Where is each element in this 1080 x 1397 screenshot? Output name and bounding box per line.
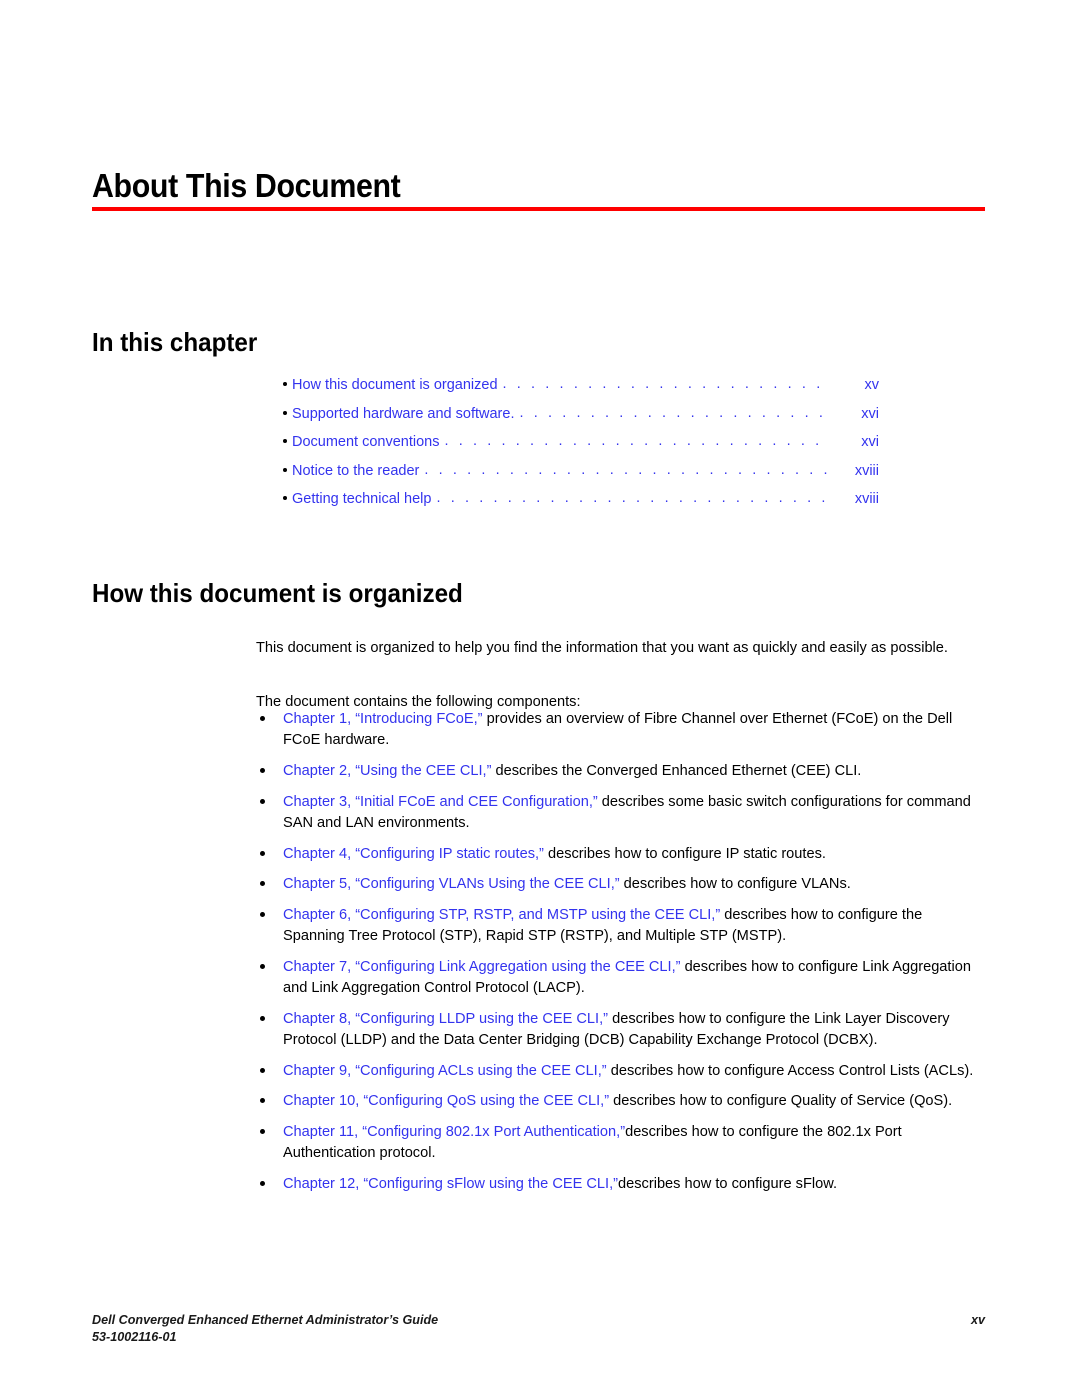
chapter-list-item: Chapter 2, “Using the CEE CLI,” describe…: [256, 761, 983, 782]
bullet-icon: [283, 496, 287, 501]
title-divider-rule: [92, 207, 985, 211]
chapter-link[interactable]: Chapter 8, “Configuring LLDP using the C…: [283, 1011, 608, 1027]
footer-guide-title: Dell Converged Enhanced Ethernet Adminis…: [92, 1313, 439, 1327]
toc-dot-leader: . . . . . . . . . . . . . . . . . . . . …: [424, 462, 828, 478]
chapter-link[interactable]: Chapter 12, “Configuring sFlow using the…: [283, 1176, 618, 1192]
chapter-link[interactable]: Chapter 4, “Configuring IP static routes…: [283, 846, 544, 862]
bullet-icon: [260, 1129, 265, 1135]
chapter-link[interactable]: Chapter 5, “Configuring VLANs Using the …: [283, 876, 620, 892]
bullet-icon: [260, 798, 265, 804]
page-footer: Dell Converged Enhanced Ethernet Adminis…: [92, 1312, 985, 1346]
table-of-contents: How this document is organized . . . . . …: [283, 377, 879, 520]
toc-entry[interactable]: Supported hardware and software. . . . . …: [283, 406, 879, 435]
toc-entry-label[interactable]: Document conventions: [292, 434, 440, 450]
chapter-link[interactable]: Chapter 3, “Initial FCoE and CEE Configu…: [283, 794, 598, 810]
section-heading-how-this-document-is-organized: How this document is organized: [92, 577, 463, 608]
bullet-icon: [260, 850, 265, 856]
bullet-icon: [283, 382, 287, 386]
chapter-link[interactable]: Chapter 10, “Configuring QoS using the C…: [283, 1093, 609, 1109]
footer-document-number: 53-1002116-01: [92, 1330, 177, 1344]
toc-dot-leader: . . . . . . . . . . . . . . . . . . . . …: [502, 377, 828, 392]
chapter-list-item: Chapter 11, “Configuring 802.1x Port Aut…: [256, 1122, 983, 1164]
intro-paragraph-1: This document is organized to help you f…: [256, 639, 948, 656]
bullet-icon: [283, 439, 287, 444]
bullet-icon: [260, 1015, 265, 1021]
bullet-icon: [260, 911, 265, 917]
chapter-link[interactable]: Chapter 1, “Introducing FCoE,”: [283, 711, 483, 727]
toc-entry-page-number[interactable]: xv: [833, 377, 880, 393]
bullet-icon: [283, 410, 287, 415]
chapter-list-item: Chapter 3, “Initial FCoE and CEE Configu…: [256, 792, 983, 834]
chapter-description: describes how to configure VLANs.: [619, 876, 851, 893]
chapter-description: describes how to configure Quality of Se…: [609, 1093, 953, 1110]
toc-entry[interactable]: How this document is organized . . . . . …: [283, 377, 879, 406]
chapter-summary-list: Chapter 1, “Introducing FCoE,” provides …: [256, 709, 983, 1205]
bullet-icon: [260, 1180, 265, 1186]
toc-entry-page-number[interactable]: xvi: [833, 434, 879, 450]
chapter-list-item: Chapter 5, “Configuring VLANs Using the …: [256, 874, 983, 895]
chapter-list-item: Chapter 6, “Configuring STP, RSTP, and M…: [256, 905, 983, 947]
toc-dot-leader: . . . . . . . . . . . . . . . . . . . . …: [519, 405, 828, 421]
bullet-icon: [283, 467, 287, 472]
toc-dot-leader: . . . . . . . . . . . . . . . . . . . . …: [444, 434, 829, 449]
footer-page-number: xv: [970, 1313, 985, 1327]
chapter-list-item: Chapter 10, “Configuring QoS using the C…: [256, 1091, 983, 1112]
section-heading-in-this-chapter: In this chapter: [92, 326, 258, 357]
bullet-icon: [260, 716, 265, 721]
toc-entry-label[interactable]: Notice to the reader: [292, 463, 419, 479]
toc-entry-page-number[interactable]: xvi: [833, 406, 879, 422]
chapter-list-item: Chapter 1, “Introducing FCoE,” provides …: [256, 709, 983, 751]
chapter-list-item: Chapter 7, “Configuring Link Aggregation…: [256, 957, 983, 999]
chapter-description: describes how to configure sFlow.: [618, 1175, 838, 1192]
chapter-description: describes how to configure IP static rou…: [543, 845, 826, 862]
chapter-link[interactable]: Chapter 6, “Configuring STP, RSTP, and M…: [283, 907, 720, 923]
chapter-list-item: Chapter 9, “Configuring ACLs using the C…: [256, 1061, 983, 1082]
chapter-list-item: Chapter 12, “Configuring sFlow using the…: [256, 1174, 983, 1195]
document-page: About This Document In this chapter How …: [0, 0, 1080, 1397]
toc-entry-label[interactable]: Getting technical help: [292, 491, 431, 507]
toc-entry[interactable]: Notice to the reader . . . . . . . . . . …: [283, 463, 879, 492]
bullet-icon: [260, 1098, 265, 1104]
chapter-link[interactable]: Chapter 9, “Configuring ACLs using the C…: [283, 1063, 607, 1079]
toc-entry-label[interactable]: How this document is organized: [292, 377, 498, 393]
bullet-icon: [260, 881, 265, 887]
chapter-list-item: Chapter 4, “Configuring IP static routes…: [256, 844, 983, 865]
chapter-link[interactable]: Chapter 2, “Using the CEE CLI,”: [283, 763, 491, 779]
toc-entry-label[interactable]: Supported hardware and software.: [292, 406, 514, 422]
toc-entry[interactable]: Document conventions . . . . . . . . . . …: [283, 434, 879, 463]
toc-entry-page-number[interactable]: xviii: [833, 463, 879, 479]
bullet-icon: [260, 767, 265, 773]
bullet-icon: [260, 1067, 265, 1073]
chapter-description: describes the Converged Enhanced Etherne…: [491, 762, 862, 779]
bullet-icon: [260, 963, 265, 969]
toc-entry[interactable]: Getting technical help . . . . . . . . . …: [283, 491, 879, 520]
page-title: About This Document: [92, 167, 401, 205]
toc-entry-page-number[interactable]: xviii: [833, 491, 879, 507]
chapter-link[interactable]: Chapter 7, “Configuring Link Aggregation…: [283, 959, 681, 975]
chapter-description: describes how to configure Access Contro…: [606, 1062, 974, 1079]
chapter-link[interactable]: Chapter 11, “Configuring 802.1x Port Aut…: [283, 1124, 625, 1140]
toc-dot-leader: . . . . . . . . . . . . . . . . . . . . …: [436, 491, 828, 506]
chapter-list-item: Chapter 8, “Configuring LLDP using the C…: [256, 1009, 983, 1051]
